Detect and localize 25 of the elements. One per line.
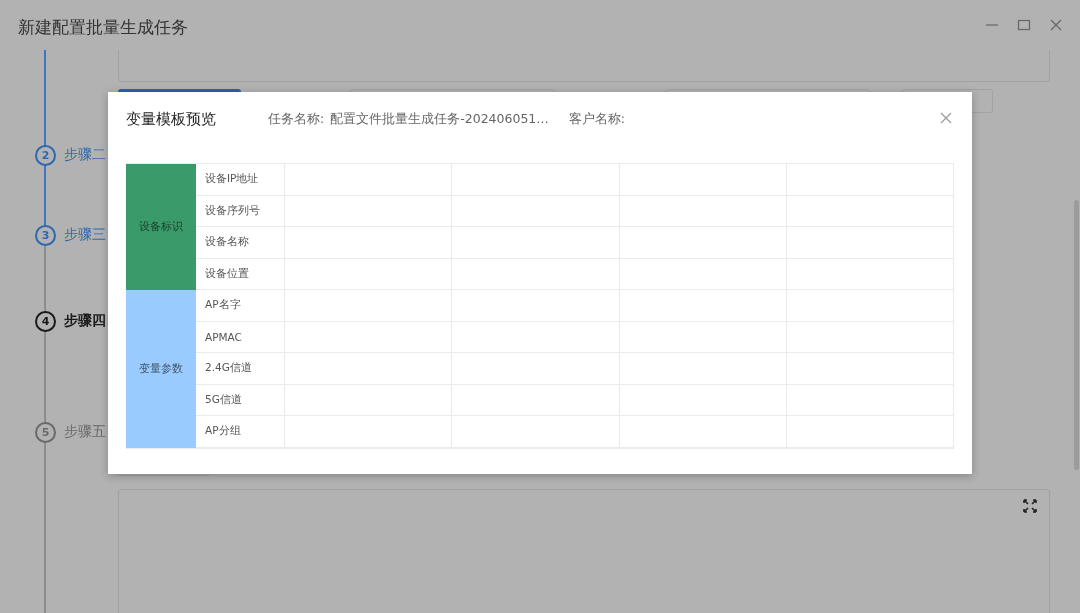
- table-cell: 设备IP地址: [196, 164, 284, 196]
- table-cell: AP名字: [196, 290, 284, 322]
- table-cell: 2.4G信道: [196, 353, 284, 385]
- task-name-label: 任务名称:: [268, 110, 325, 128]
- step-label[interactable]: 步骤二: [64, 146, 106, 164]
- customer-name-label: 客户名称:: [568, 110, 626, 128]
- step-number: 5: [35, 421, 56, 443]
- group-cell: 设备标识: [126, 164, 196, 290]
- window-title: 新建配置批量生成任务: [18, 15, 188, 39]
- group-cell: 变量参数: [126, 290, 196, 448]
- step-number: 2: [35, 144, 56, 166]
- table-cell: 设备序列号: [196, 195, 284, 227]
- step-label[interactable]: 步骤三: [64, 226, 106, 244]
- task-name-value: 配置文件批量生成任务-202406051…: [330, 110, 549, 128]
- table-cell: 5G信道: [196, 384, 284, 416]
- table-cell: APMAC: [196, 321, 284, 353]
- table-cell: 设备位置: [196, 258, 284, 290]
- step-label[interactable]: 步骤五: [64, 423, 106, 441]
- table-cell: 设备名称: [196, 227, 284, 259]
- table-cell: AP分组: [196, 416, 284, 448]
- fullscreen-icon[interactable]: [1021, 498, 1039, 516]
- step-number: 4: [35, 310, 56, 332]
- step-label[interactable]: 步骤四: [64, 312, 106, 330]
- step-number: 3: [35, 224, 56, 246]
- dialog-title: 变量模板预览: [126, 109, 217, 129]
